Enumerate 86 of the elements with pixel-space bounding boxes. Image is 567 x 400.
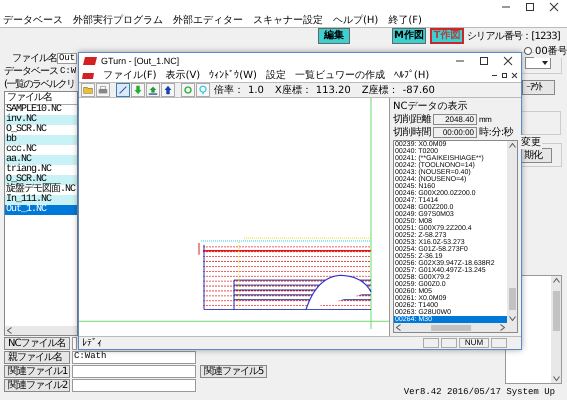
circle-icon[interactable]: [181, 83, 195, 97]
line-tool-icon[interactable]: [116, 83, 130, 97]
toolbar-button[interactable]: 編集: [318, 28, 350, 44]
group-label: 変更: [520, 135, 542, 149]
status-panel: [491, 338, 507, 348]
scrollbar[interactable]: [394, 323, 517, 332]
close-icon[interactable]: [511, 72, 518, 79]
maximize-icon[interactable]: [501, 72, 508, 79]
list-item[interactable]: SAMPLE10.NC: [5, 105, 77, 115]
time-field: 00:00:00: [433, 126, 477, 138]
status-text: ﾚﾃﾞｨ: [82, 337, 102, 349]
menu-item[interactable]: データベース: [3, 14, 63, 26]
menu-item[interactable]: ﾍﾙﾌﾟ(H): [394, 70, 430, 82]
list-item[interactable]: In_111.NC: [5, 195, 77, 205]
folder-icon[interactable]: [81, 83, 95, 97]
file-button[interactable]: 関連ファイル5: [200, 365, 268, 378]
version-text: Ver8.42 2016/05/17 System Up: [402, 386, 556, 399]
menu-item[interactable]: 外部エディター: [173, 14, 243, 26]
unit-label: mm: [479, 114, 492, 124]
file-button[interactable]: 関連ファイル1: [4, 365, 70, 378]
list-item[interactable]: O_SCR.NC: [5, 125, 77, 135]
menu-item[interactable]: 一覧ビュワーの作成: [294, 70, 385, 82]
scrollbar[interactable]: [5, 326, 77, 335]
coordinate-value: -87.60: [402, 84, 435, 96]
file-button[interactable]: NCファイル名: [4, 337, 70, 350]
list-item[interactable]: Out_1.NC: [5, 205, 77, 215]
distance-field: 2048.40: [433, 114, 477, 124]
list-item[interactable]: ccc.NC: [5, 145, 77, 155]
scroll-thumb[interactable]: [508, 288, 516, 310]
coordinate-value: 113.20: [316, 84, 351, 96]
toolbar-button[interactable]: M作図: [392, 28, 426, 44]
minimize-icon[interactable]: [491, 72, 498, 79]
input-field[interactable]: C:Wath: [72, 351, 196, 364]
serial-number: シリアル番号：[1233]: [467, 30, 560, 43]
layout-button[interactable]: ｰｱｳﾄ: [522, 80, 555, 95]
file-name-field[interactable]: Out: [57, 52, 77, 64]
status-indicator: NUM: [459, 338, 489, 348]
list-item[interactable]: inv.NC: [5, 115, 77, 125]
menu-item[interactable]: ｳｨﾝﾄﾞｳ(W): [209, 70, 257, 82]
database-path: C:W: [60, 66, 76, 76]
field-label: データベース: [4, 65, 58, 78]
menu-item[interactable]: スキャナー設定: [253, 14, 323, 26]
scale-label: 倍率：: [214, 84, 244, 97]
field-label: 切削距離: [393, 112, 431, 126]
list-item[interactable]: 旋盤デモ図面.NC: [5, 185, 77, 195]
menu-item[interactable]: 終了(F): [388, 14, 422, 26]
maximize-icon[interactable]: [479, 56, 489, 66]
coordinate-label: X座標：: [274, 84, 312, 97]
dropdown[interactable]: [525, 57, 551, 69]
maximize-icon[interactable]: [525, 2, 535, 12]
close-icon[interactable]: [503, 56, 513, 66]
document-icon: [82, 72, 94, 78]
column-header[interactable]: ファイル名: [5, 92, 77, 105]
logo-icon: [83, 57, 97, 65]
close-icon[interactable]: [549, 2, 559, 12]
file-button[interactable]: 親ファイル名: [4, 351, 70, 364]
file-button[interactable]: 関連ファイル2: [4, 379, 70, 392]
hint-text: (一覧のラベルクリ: [4, 78, 74, 91]
radio-button[interactable]: [524, 47, 532, 55]
scrollbar[interactable]: [507, 141, 517, 323]
input-field[interactable]: [72, 365, 196, 378]
menu-item[interactable]: ファイル(F): [103, 70, 157, 82]
list-item[interactable]: triang.NC: [5, 165, 77, 175]
menu-item[interactable]: 外部実行プログラム: [73, 14, 163, 26]
unit-label: 時:分:秒: [479, 126, 514, 139]
panel-title: NCデータの表示: [393, 101, 468, 112]
menu-item[interactable]: 表示(V): [166, 70, 200, 82]
list-item[interactable]: bb: [5, 135, 77, 145]
input-field[interactable]: [72, 337, 77, 350]
field-label: 切削時間: [393, 126, 431, 139]
coordinate-label: Z座標：: [362, 84, 399, 97]
radio-label: 00番号: [534, 44, 567, 58]
menu-item[interactable]: ヘルプ(H): [333, 14, 378, 26]
printer-icon[interactable]: [96, 83, 110, 97]
scroll-thumb[interactable]: [552, 291, 560, 331]
input-field[interactable]: [72, 379, 196, 392]
field-label: ファイル名: [12, 52, 57, 65]
scroll-thumb[interactable]: [430, 324, 470, 330]
window-title: GTurn - [Out_1.NC]: [101, 56, 180, 66]
menu-item[interactable]: 設定: [266, 70, 286, 82]
scrollbar[interactable]: [551, 276, 561, 383]
status-panel: [423, 338, 439, 348]
list-item[interactable]: aa.NC: [5, 155, 77, 165]
status-panel: [441, 338, 457, 348]
caret-icon: [542, 61, 548, 65]
scale-value: 1.0: [248, 84, 264, 96]
